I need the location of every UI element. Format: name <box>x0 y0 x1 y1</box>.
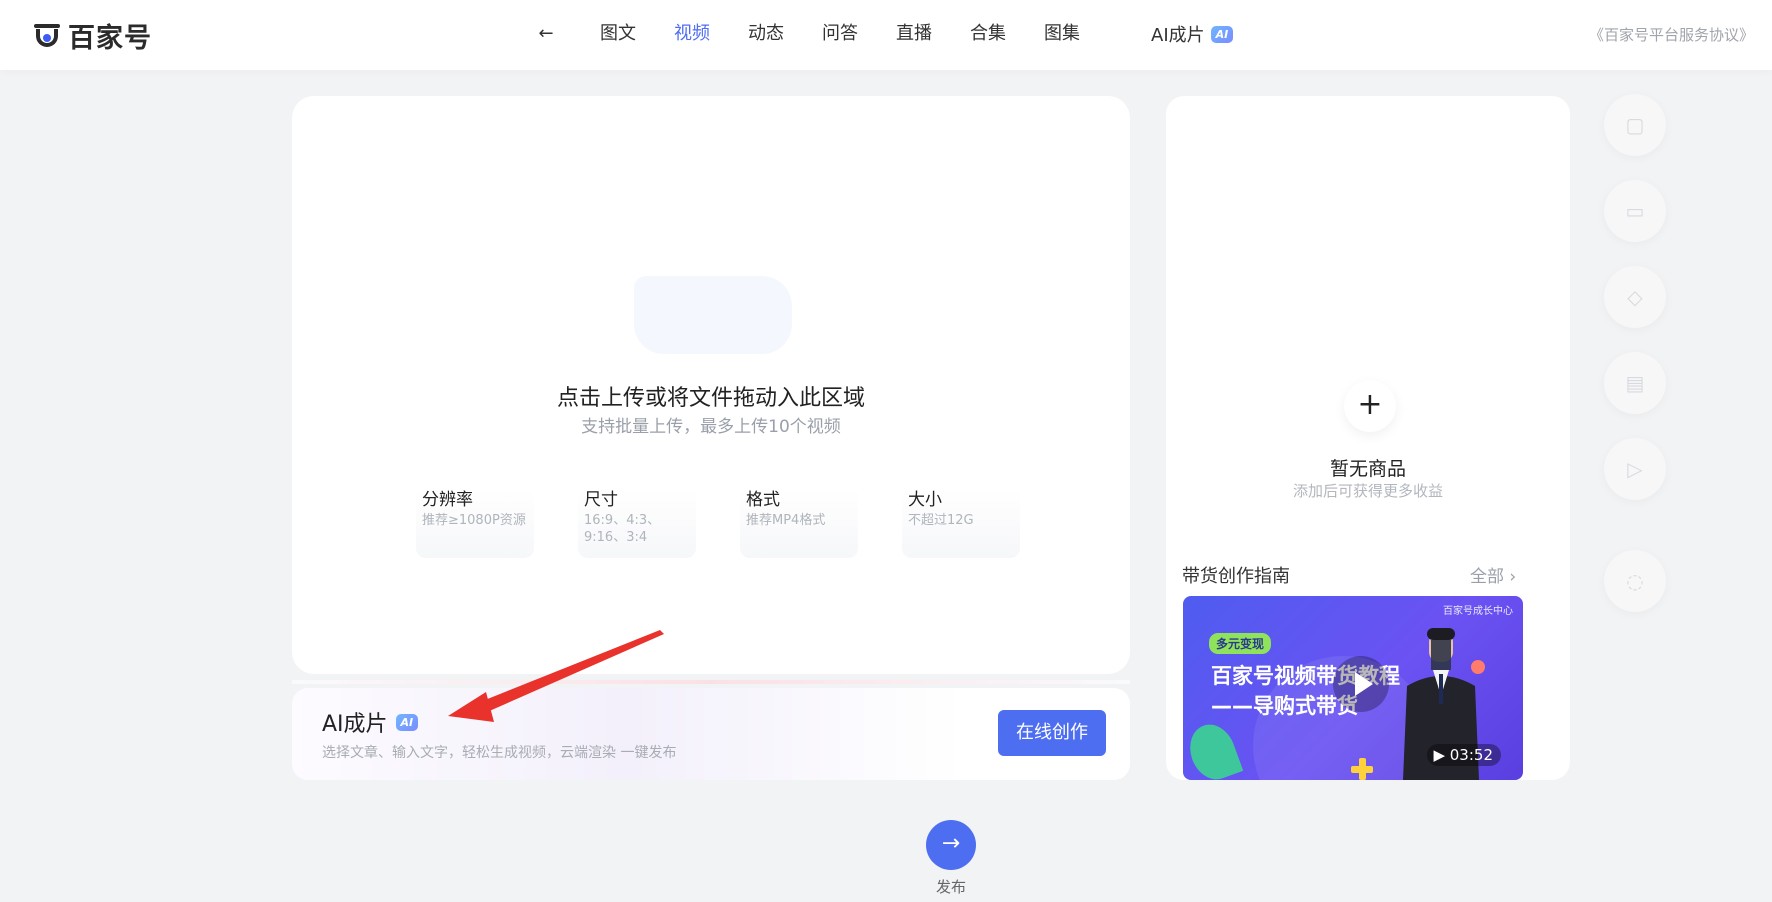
spec-resolution: 分辨率 推荐≥1080P资源 <box>416 488 534 558</box>
ai-panel-title: AI成片 <box>322 712 388 737</box>
video-duration-text: 03:52 <box>1449 746 1493 764</box>
guide-all-link[interactable]: 全部 › <box>1470 562 1516 587</box>
ai-panel-heading: AI成片 AI <box>322 706 419 738</box>
spec-format: 格式 推荐MP4格式 <box>740 488 858 558</box>
spec-key: 格式 <box>746 490 780 510</box>
publish-label: 发布 <box>935 878 966 896</box>
play-icon[interactable] <box>1333 656 1389 712</box>
content-type-tabs: 图文 视频 动态 问答 直播 合集 图集 <box>600 18 1118 50</box>
thumb-cross-decoration <box>1351 758 1373 780</box>
spec-filesize: 大小 不超过12G <box>902 488 1020 558</box>
spec-value: 不超过12G <box>908 513 974 528</box>
spec-key: 尺寸 <box>584 490 618 510</box>
video-duration: ▶ 03:52 <box>1427 744 1501 766</box>
video-upload-area[interactable]: 点击上传或将文件拖动入此区域 支持批量上传，最多上传10个视频 分辨率 推荐≥1… <box>292 96 1130 674</box>
online-create-button[interactable]: 在线创作 <box>998 710 1106 756</box>
ai-video-panel: AI成片 AI 选择文章、输入文字，轻松生成视频，云端渲染 一键发布 在线创作 <box>292 680 1130 780</box>
diamond-icon[interactable]: ◇ <box>1604 266 1666 328</box>
thumb-decoration-dot <box>1471 660 1485 674</box>
arrow-left-icon[interactable]: ← <box>533 21 559 47</box>
calendar-icon[interactable]: ▢ <box>1604 94 1666 156</box>
upload-cloud-icon <box>634 276 792 354</box>
tab-ai-video[interactable]: AI成片 AI <box>1151 18 1234 50</box>
tab-collection[interactable]: 合集 <box>970 18 1006 50</box>
upload-subtitle: 支持批量上传，最多上传10个视频 <box>581 417 841 437</box>
chat-icon[interactable]: ◌ <box>1604 550 1666 612</box>
ai-badge: AI <box>395 713 419 731</box>
tab-qa[interactable]: 问答 <box>822 18 858 50</box>
ai-panel-description: 选择文章、输入文字，轻松生成视频，云端渲染 一键发布 <box>322 745 677 761</box>
logo-text: 百家号 <box>68 22 152 54</box>
thumb-tag: 多元变现 <box>1209 633 1272 654</box>
thumb-leaf-decoration <box>1183 718 1244 780</box>
tab-article[interactable]: 图文 <box>600 18 636 50</box>
logo-icon <box>34 22 60 48</box>
guide-title: 带货创作指南 <box>1182 566 1290 587</box>
spec-value: 推荐MP4格式 <box>746 513 826 528</box>
spec-value: 推荐≥1080P资源 <box>422 513 526 528</box>
ai-badge: AI <box>1210 25 1234 43</box>
tab-video[interactable]: 视频 <box>674 18 710 50</box>
tab-moment[interactable]: 动态 <box>748 18 784 50</box>
tab-gallery[interactable]: 图集 <box>1044 18 1080 50</box>
spec-key: 大小 <box>908 490 942 510</box>
thumb-brand: 百家号成长中心 <box>1443 606 1513 617</box>
tab-live[interactable]: 直播 <box>896 18 932 50</box>
empty-goods-subtitle: 添加后可获得更多收益 <box>1292 482 1443 500</box>
baijiahao-logo[interactable]: 百家号 <box>34 18 152 54</box>
bookmark-icon[interactable]: ▭ <box>1604 180 1666 242</box>
spec-value: 16:9、4:3、9:16、3:4 <box>584 513 661 545</box>
upload-title: 点击上传或将文件拖动入此区域 <box>556 386 865 411</box>
guide-video-card[interactable]: 百家号成长中心 多元变现 百家号视频带货教程 ——导购式带货 ▶ 03:52 <box>1183 596 1523 780</box>
top-header: 百家号 ← 图文 视频 动态 问答 直播 合集 图集 AI成片 AI 《百家号平… <box>0 0 1772 70</box>
spec-size: 尺寸 16:9、4:3、9:16、3:4 <box>578 488 696 558</box>
service-agreement-link[interactable]: 《百家号平台服务协议》 <box>1589 24 1754 45</box>
spec-key: 分辨率 <box>422 490 473 510</box>
empty-goods-title: 暂无商品 <box>1329 458 1406 480</box>
play-icon[interactable]: ▷ <box>1604 438 1666 500</box>
note-icon[interactable]: ▤ <box>1604 352 1666 414</box>
add-goods-button[interactable]: + <box>1344 380 1396 432</box>
publish-button[interactable]: → <box>926 820 976 870</box>
tab-ai-video-label: AI成片 <box>1151 25 1205 46</box>
